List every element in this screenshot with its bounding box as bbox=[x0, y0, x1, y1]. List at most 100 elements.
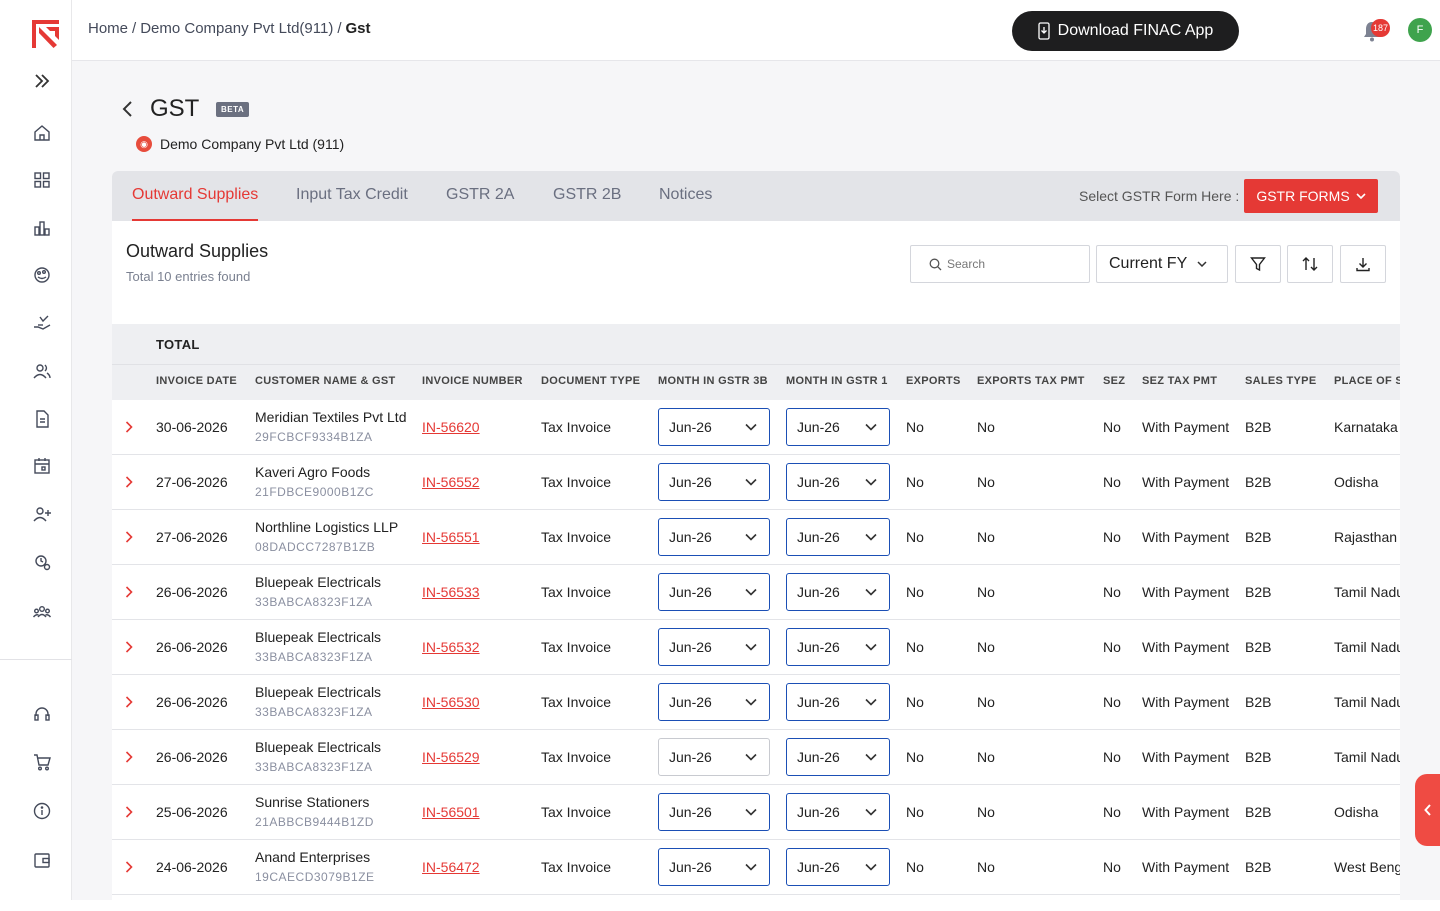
invoice-link[interactable]: IN-56533 bbox=[422, 584, 480, 600]
side-panel-toggle[interactable] bbox=[1415, 774, 1440, 846]
home-icon[interactable] bbox=[28, 119, 56, 147]
expand-row-icon[interactable] bbox=[124, 420, 134, 434]
invoice-link[interactable]: IN-56532 bbox=[422, 639, 480, 655]
back-arrow-icon[interactable] bbox=[120, 99, 134, 119]
gstr1-month-select[interactable]: Jun-26 bbox=[786, 408, 890, 446]
table-row[interactable]: 26-06-2026 Bluepeak Electricals 33BABCA832… bbox=[112, 565, 1400, 620]
invoice-link[interactable]: IN-56530 bbox=[422, 694, 480, 710]
user-add-icon[interactable] bbox=[28, 500, 56, 528]
table-row[interactable]: 26-06-2026 Bluepeak Electricals 33BABCA832… bbox=[112, 620, 1400, 675]
avatar[interactable]: F bbox=[1408, 18, 1432, 42]
gstr3b-month-select[interactable]: Jun-26 bbox=[658, 408, 770, 446]
column-header[interactable]: MONTH IN GSTR 3B bbox=[658, 375, 768, 387]
column-header[interactable]: EXPORTS bbox=[906, 375, 961, 387]
tab-notices[interactable]: Notices bbox=[659, 186, 712, 221]
gstr3b-month-select[interactable]: Jun-26 bbox=[658, 463, 770, 501]
gstr1-month-select[interactable]: Jun-26 bbox=[786, 628, 890, 666]
document-type: Tax Invoice bbox=[541, 859, 612, 875]
gstr1-month-select[interactable]: Jun-26 bbox=[786, 683, 890, 721]
column-header[interactable]: INVOICE NUMBER bbox=[422, 375, 523, 387]
table-row[interactable]: 27-06-2026 Kaveri Agro Foods 21FDBCE9000B1… bbox=[112, 455, 1400, 510]
team-icon[interactable] bbox=[28, 597, 56, 625]
table-row[interactable]: 30-06-2026 Meridian Textiles Pvt Ltd 29FCB… bbox=[112, 400, 1400, 455]
expand-row-icon[interactable] bbox=[124, 860, 134, 874]
table-row[interactable]: 27-06-2026 Northline Logistics LLP 08DADCC… bbox=[112, 510, 1400, 565]
gstr1-month-select[interactable]: Jun-26 bbox=[786, 518, 890, 556]
column-header[interactable]: INVOICE DATE bbox=[156, 375, 237, 387]
info-icon[interactable] bbox=[28, 797, 56, 825]
expand-row-icon[interactable] bbox=[124, 640, 134, 654]
gstr3b-month-select[interactable]: Jun-26 bbox=[658, 628, 770, 666]
gstr3b-month-select[interactable]: Jun-26 bbox=[658, 573, 770, 611]
invoice-link[interactable]: IN-56529 bbox=[422, 749, 480, 765]
gstr1-month-select[interactable]: Jun-26 bbox=[786, 573, 890, 611]
users-icon[interactable] bbox=[28, 357, 56, 385]
sort-button[interactable] bbox=[1287, 245, 1333, 283]
grid-icon[interactable] bbox=[28, 166, 56, 194]
filter-button[interactable] bbox=[1235, 245, 1281, 283]
gstr1-month-select[interactable]: Jun-26 bbox=[786, 463, 890, 501]
column-header[interactable]: SEZ bbox=[1103, 375, 1125, 387]
table-row[interactable]: 26-06-2026 Bluepeak Electricals 33BABCA832… bbox=[112, 675, 1400, 730]
palette-icon[interactable] bbox=[28, 261, 56, 289]
tab-gstr-2b[interactable]: GSTR 2B bbox=[553, 186, 621, 221]
download-button[interactable] bbox=[1340, 245, 1386, 283]
finac-logo[interactable] bbox=[29, 17, 63, 51]
expand-row-icon[interactable] bbox=[124, 585, 134, 599]
tab-input-tax-credit[interactable]: Input Tax Credit bbox=[296, 186, 408, 221]
gstr3b-month-select[interactable]: Jun-26 bbox=[658, 848, 770, 886]
support-icon[interactable] bbox=[28, 700, 56, 728]
cart-icon[interactable] bbox=[28, 748, 56, 776]
chart-icon[interactable] bbox=[28, 214, 56, 242]
document-icon[interactable] bbox=[28, 405, 56, 433]
sort-icon bbox=[1302, 257, 1318, 271]
gstr1-month-select[interactable]: Jun-26 bbox=[786, 793, 890, 831]
gstr1-month-select[interactable]: Jun-26 bbox=[786, 738, 890, 776]
column-header[interactable]: MONTH IN GSTR 1 bbox=[786, 375, 888, 387]
chevron-down-icon bbox=[1197, 261, 1207, 267]
expand-row-icon[interactable] bbox=[124, 530, 134, 544]
expand-row-icon[interactable] bbox=[124, 695, 134, 709]
column-header[interactable]: CUSTOMER NAME & GST bbox=[255, 375, 396, 387]
breadcrumb-company[interactable]: Demo Company Pvt Ltd(911) bbox=[140, 20, 333, 37]
column-header[interactable]: SEZ TAX PMT bbox=[1142, 375, 1217, 387]
column-header[interactable]: EXPORTS TAX PMT bbox=[977, 375, 1085, 387]
gstr-forms-button[interactable]: GSTR FORMS bbox=[1244, 179, 1378, 213]
invoice-link[interactable]: IN-56472 bbox=[422, 859, 480, 875]
gstr3b-month-select[interactable]: Jun-26 bbox=[658, 793, 770, 831]
breadcrumb-home[interactable]: Home bbox=[88, 20, 128, 37]
table-row[interactable]: 26-06-2026 Bluepeak Electricals 33BABCA832… bbox=[112, 730, 1400, 785]
column-header[interactable]: SALES TYPE bbox=[1245, 375, 1316, 387]
invoice-link[interactable]: IN-56551 bbox=[422, 529, 480, 545]
settings-clock-icon[interactable] bbox=[28, 548, 56, 576]
column-header[interactable]: DOCUMENT TYPE bbox=[541, 375, 640, 387]
gstr1-month-select[interactable]: Jun-26 bbox=[786, 848, 890, 886]
search-input[interactable]: Search bbox=[910, 245, 1090, 283]
fy-select[interactable]: Current FY bbox=[1096, 245, 1228, 283]
customer-gst: 21FDBCE9000B1ZC bbox=[255, 485, 374, 499]
page-title: GST bbox=[150, 95, 200, 122]
gstr1-month-value: Jun-26 bbox=[797, 859, 840, 875]
wallet-icon[interactable] bbox=[28, 846, 56, 874]
expand-row-icon[interactable] bbox=[124, 750, 134, 764]
expand-row-icon[interactable] bbox=[124, 475, 134, 489]
hand-coin-icon[interactable] bbox=[28, 309, 56, 337]
tab-outward-supplies[interactable]: Outward Supplies bbox=[132, 186, 259, 221]
gstr3b-month-value: Jun-26 bbox=[669, 419, 712, 435]
table-row[interactable]: 25-06-2026 Sunrise Stationers 21ABBCB9444B… bbox=[112, 785, 1400, 840]
gstr-forms-label: GSTR FORMS bbox=[1256, 188, 1350, 204]
expand-icon[interactable] bbox=[28, 67, 56, 95]
expand-row-icon[interactable] bbox=[124, 805, 134, 819]
download-app-button[interactable]: Download FINAC App bbox=[1012, 11, 1239, 51]
gstr3b-month-select[interactable]: Jun-26 bbox=[658, 738, 770, 776]
table-row[interactable]: 24-06-2026 Anand Enterprises 19CAECD3079B1… bbox=[112, 840, 1400, 895]
gstr3b-month-select[interactable]: Jun-26 bbox=[658, 518, 770, 556]
calendar-icon[interactable] bbox=[28, 452, 56, 480]
invoice-link[interactable]: IN-56620 bbox=[422, 419, 480, 435]
tab-gstr-2a[interactable]: GSTR 2A bbox=[446, 186, 514, 221]
invoice-link[interactable]: IN-56552 bbox=[422, 474, 480, 490]
column-header[interactable]: PLACE OF S bbox=[1334, 375, 1400, 387]
invoice-link[interactable]: IN-56501 bbox=[422, 804, 480, 820]
gstr3b-month-select[interactable]: Jun-26 bbox=[658, 683, 770, 721]
place-of-supply: Tamil Nadu bbox=[1334, 584, 1400, 600]
